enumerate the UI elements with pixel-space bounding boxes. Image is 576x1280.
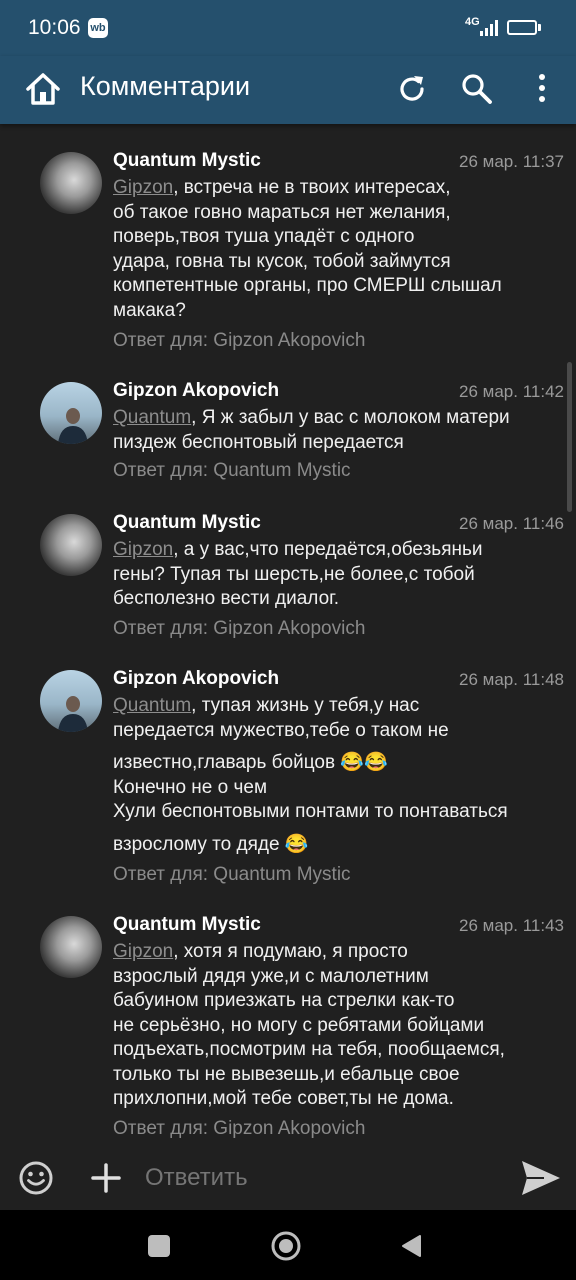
comment-author[interactable]: Quantum Mystic — [113, 150, 261, 172]
home-icon[interactable] — [24, 70, 62, 108]
comment-author[interactable]: Quantum Mystic — [113, 512, 261, 534]
reply-to-label[interactable]: Ответ для: Gipzon Akopovich — [113, 1118, 365, 1140]
app-toolbar: Комментарии — [0, 56, 576, 124]
comment-text: Quantum, тупая жизнь у тебя,у нас переда… — [113, 695, 508, 855]
avatar[interactable] — [40, 382, 102, 444]
emoji-icon[interactable] — [18, 1160, 54, 1196]
page-title: Комментарии — [80, 71, 251, 101]
search-icon[interactable] — [460, 72, 494, 106]
comment-time: 26 мар. 11:43 — [459, 916, 564, 935]
comment-time: 26 мар. 11:37 — [459, 152, 564, 171]
battery-cap — [538, 24, 541, 31]
avatar-person-icon — [58, 696, 88, 732]
scrollbar[interactable] — [567, 362, 572, 512]
comment-text: Quantum, Я ж забыл у вас с молоком матер… — [113, 407, 510, 453]
mention-link[interactable]: Gipzon — [113, 539, 173, 560]
battery-level: 43 — [516, 22, 528, 33]
more-vert-icon[interactable] — [534, 72, 550, 106]
comment-author[interactable]: Quantum Mystic — [113, 914, 261, 936]
mention-link[interactable]: Quantum — [113, 407, 191, 428]
compose-bar — [0, 1150, 576, 1210]
reply-to-label[interactable]: Ответ для: Quantum Mystic — [113, 460, 351, 482]
add-icon[interactable] — [90, 1162, 122, 1194]
comment-time: 26 мар. 11:42 — [459, 382, 564, 401]
avatar[interactable] — [40, 670, 102, 732]
comment-text: Gipzon, а у вас,что передаётся,обезьяньи… — [113, 539, 483, 609]
comment-author[interactable]: Gipzon Akopovich — [113, 380, 279, 402]
mention-link[interactable]: Gipzon — [113, 941, 173, 962]
comment-time: 26 мар. 11:46 — [459, 514, 564, 533]
reply-to-label[interactable]: Ответ для: Gipzon Akopovich — [113, 330, 365, 352]
avatar[interactable] — [40, 152, 102, 214]
reply-to-label[interactable]: Ответ для: Gipzon Akopovich — [113, 618, 365, 640]
avatar-person-icon — [58, 408, 88, 444]
mention-link[interactable]: Quantum — [113, 695, 191, 716]
reply-input[interactable] — [145, 1164, 505, 1192]
status-bar: 10:06 wb 4G 43 — [0, 0, 576, 56]
send-icon[interactable] — [520, 1158, 562, 1198]
avatar[interactable] — [40, 514, 102, 576]
comment-author[interactable]: Gipzon Akopovich — [113, 668, 279, 690]
comment-text: Gipzon, хотя я подумаю, я просто взрослы… — [113, 941, 505, 1109]
avatar[interactable] — [40, 916, 102, 978]
comments-list[interactable]: Quantum Mystic 26 мар. 11:37 Gipzon, вст… — [0, 124, 576, 1150]
comment-time: 26 мар. 11:48 — [459, 670, 564, 689]
refresh-icon[interactable] — [396, 73, 428, 105]
battery-icon: 43 — [507, 20, 537, 35]
circle-icon[interactable] — [270, 1230, 302, 1262]
status-time: 10:06 — [28, 16, 81, 39]
comment-text: Gipzon, встреча не в твоих интересах, об… — [113, 177, 502, 321]
reply-to-label[interactable]: Ответ для: Quantum Mystic — [113, 864, 351, 886]
network-type: 4G — [465, 16, 480, 28]
square-icon[interactable] — [148, 1235, 170, 1257]
mention-link[interactable]: Gipzon — [113, 177, 173, 198]
status-app-badge: wb — [88, 18, 108, 38]
triangle-back-icon[interactable] — [400, 1234, 422, 1258]
system-nav-bar — [0, 1210, 576, 1280]
signal-icon — [480, 20, 500, 36]
